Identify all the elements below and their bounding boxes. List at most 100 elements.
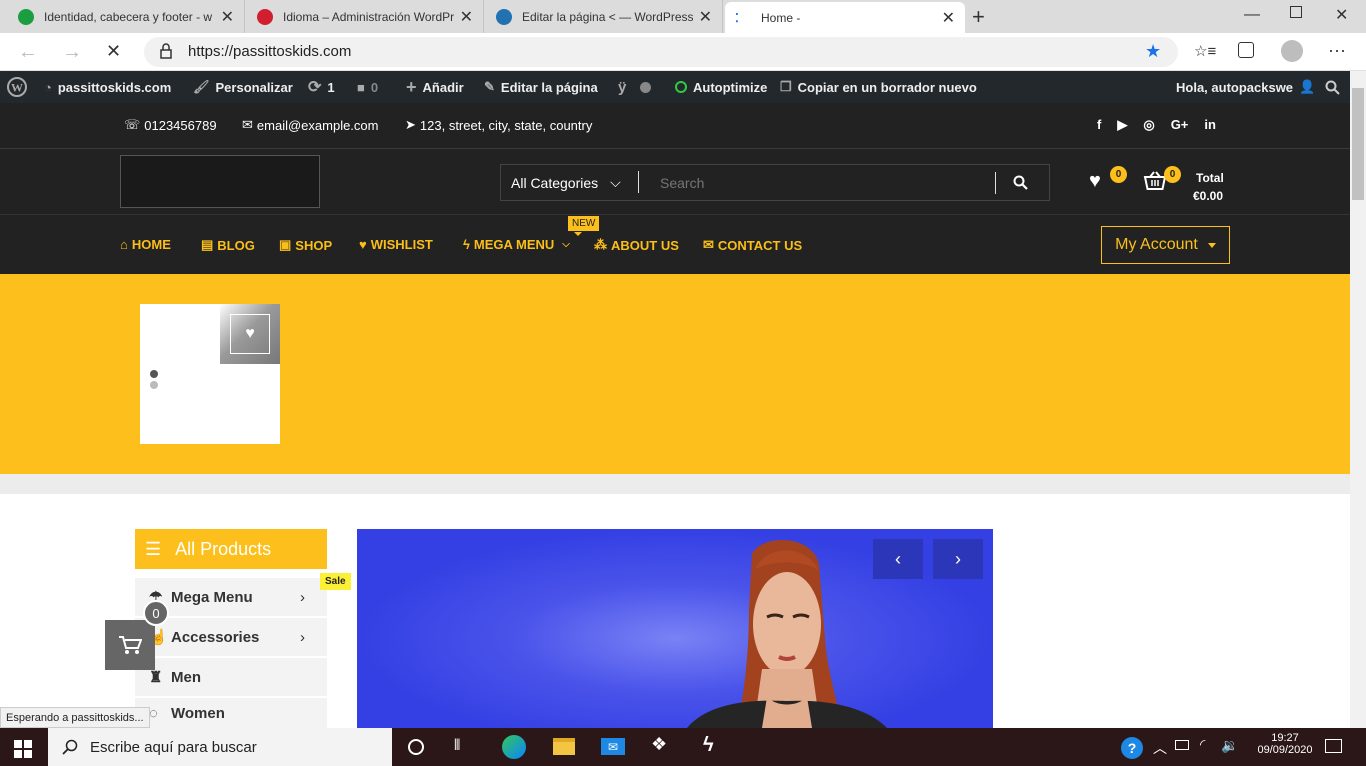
nav-shop[interactable]: ▣ SHOP: [279, 237, 332, 253]
help-icon[interactable]: ?: [1121, 737, 1143, 759]
copy-draft-label: Copiar en un borrador nuevo: [797, 79, 977, 95]
wp-comments-link[interactable]: ■ 0: [357, 71, 378, 103]
nav-mega-menu[interactable]: ϟ MEGA MENU ⌵: [463, 237, 570, 252]
carousel-dot-active[interactable]: [150, 370, 158, 378]
taskbar-clock[interactable]: 19:27 09/09/2020: [1257, 732, 1312, 756]
brush-icon: 🖌: [193, 79, 210, 94]
file-explorer-icon[interactable]: [553, 738, 575, 755]
wifi-icon[interactable]: ◜: [1200, 736, 1205, 753]
divider: [638, 171, 639, 193]
chevron-up-icon[interactable]: ︿: [1153, 738, 1167, 758]
slider-next-button[interactable]: ›: [933, 539, 983, 579]
collections-icon[interactable]: [1238, 42, 1254, 58]
mail-icon[interactable]: ✉: [601, 738, 625, 755]
browser-tab-3[interactable]: Editar la página < — WordPress ✕: [486, 0, 723, 33]
close-icon[interactable]: ✕: [460, 7, 473, 27]
dashboard-icon: ◔: [44, 79, 52, 95]
sidebar-item-accessories[interactable]: ☝ Accessories ›: [135, 618, 327, 656]
close-icon[interactable]: ✕: [699, 7, 712, 27]
lock-icon: [160, 43, 172, 59]
chevron-right-icon: ›: [300, 588, 305, 606]
forward-icon[interactable]: →: [62, 41, 82, 64]
taskbar-search[interactable]: Escribe aquí para buscar: [48, 728, 392, 766]
wordpress-logo-icon[interactable]: W: [7, 71, 27, 103]
location-arrow-icon: ➤: [405, 117, 416, 132]
nav-contact[interactable]: ✉ CONTACT US: [703, 237, 802, 253]
pencil-icon: ✎: [484, 79, 495, 94]
add-to-wishlist-icon[interactable]: ♥: [230, 314, 270, 354]
yoast-link[interactable]: ÿ: [618, 71, 652, 103]
wp-search-icon[interactable]: [1325, 71, 1340, 103]
site-favicon-icon: [257, 8, 273, 25]
search-input[interactable]: [650, 169, 990, 196]
site-logo[interactable]: [120, 155, 320, 208]
browser-tab-active[interactable]: ⁚ Home - ✕: [725, 2, 965, 33]
favorite-star-icon[interactable]: ★: [1145, 41, 1161, 62]
nav-home[interactable]: ⌂ HOME: [120, 237, 171, 252]
url-text[interactable]: https://passittoskids.com: [188, 43, 351, 60]
new-tab-icon[interactable]: +: [972, 4, 985, 30]
cart-total-value: €0.00: [1193, 189, 1224, 203]
nav-blog-label: BLOG: [217, 237, 255, 253]
wp-add-link[interactable]: + Añadir: [406, 71, 464, 103]
sidebar-item-men[interactable]: ♜ Men: [135, 658, 327, 696]
app-icon[interactable]: ϟ: [703, 734, 714, 757]
copy-draft-link[interactable]: ❐ Copiar en un borrador nuevo: [780, 71, 977, 103]
dropbox-icon[interactable]: ❖: [651, 734, 667, 755]
back-icon[interactable]: ←: [18, 41, 38, 64]
minimize-icon[interactable]: —: [1244, 6, 1260, 24]
nav-wishlist[interactable]: ♥ WISHLIST: [359, 237, 433, 252]
windows-start-icon[interactable]: [14, 740, 32, 758]
google-plus-icon[interactable]: G+: [1171, 117, 1189, 133]
facebook-icon[interactable]: f: [1097, 117, 1101, 133]
close-icon[interactable]: ✕: [942, 8, 955, 28]
more-icon[interactable]: ···: [1328, 40, 1346, 61]
autoptimize-link[interactable]: Autoptimize: [675, 71, 767, 103]
instagram-icon[interactable]: ◎: [1143, 117, 1154, 133]
notifications-icon[interactable]: [1325, 739, 1342, 753]
copy-icon: ❐: [780, 79, 792, 94]
svg-text:W: W: [11, 81, 23, 95]
edge-icon[interactable]: [502, 735, 526, 759]
lock-icon: ♜: [149, 669, 163, 686]
browser-tab-2[interactable]: Idioma – Administración WordPr ✕: [247, 0, 484, 33]
search-icon[interactable]: [1013, 175, 1028, 190]
window-close-icon[interactable]: ✕: [1335, 5, 1348, 25]
volume-icon[interactable]: 🔉: [1221, 737, 1238, 754]
close-icon[interactable]: ✕: [221, 7, 234, 27]
contact-email[interactable]: ✉ email@example.com: [242, 117, 378, 133]
nav-about[interactable]: ⁂ ABOUT US: [594, 237, 679, 253]
scrollbar-thumb[interactable]: [1352, 88, 1364, 200]
floating-cart-button[interactable]: [105, 620, 155, 670]
task-view-icon[interactable]: ⫴: [454, 737, 460, 754]
bolt-icon: ϟ: [463, 237, 470, 252]
stop-icon[interactable]: ✕: [106, 41, 121, 62]
contact-phone[interactable]: ☏ 0123456789: [124, 117, 217, 133]
wp-account-link[interactable]: Hola, autopackswe 👤: [1176, 71, 1315, 103]
sidebar-item-women[interactable]: ◌ Women: [135, 698, 327, 728]
maximize-icon[interactable]: [1290, 6, 1302, 18]
wp-customize-link[interactable]: 🖌 Personalizar: [193, 71, 293, 103]
section-divider: [0, 474, 1350, 494]
profile-avatar[interactable]: [1281, 40, 1303, 62]
slider-prev-button[interactable]: ‹: [873, 539, 923, 579]
linkedin-icon[interactable]: in: [1204, 117, 1216, 133]
clock-time: 19:27: [1271, 732, 1299, 744]
my-account-button[interactable]: My Account: [1101, 226, 1230, 264]
all-products-header[interactable]: ☰ All Products: [135, 529, 327, 569]
youtube-icon[interactable]: ▶: [1117, 117, 1127, 133]
browser-tab-1[interactable]: Identidad, cabecera y footer - w ✕: [8, 0, 245, 33]
wp-updates-link[interactable]: ⟳ 1: [308, 71, 335, 103]
cortana-icon[interactable]: [408, 739, 424, 755]
contact-address: ➤ 123, street, city, state, country: [405, 117, 592, 133]
battery-icon[interactable]: [1175, 740, 1189, 750]
carousel-dot[interactable]: [150, 381, 158, 389]
floating-cart-count: 0: [143, 600, 169, 626]
wp-edit-page-link[interactable]: ✎ Editar la página: [484, 71, 598, 103]
wishlist-heart-icon[interactable]: ♥: [1089, 170, 1101, 193]
nav-blog[interactable]: ▤ BLOG: [201, 237, 255, 253]
favorites-icon[interactable]: ☆≡: [1194, 42, 1216, 60]
wp-updates-count: 1: [327, 79, 335, 95]
wp-site-link[interactable]: ◔ passittoskids.com: [44, 71, 171, 103]
category-select[interactable]: All Categories ⌵: [511, 174, 621, 191]
